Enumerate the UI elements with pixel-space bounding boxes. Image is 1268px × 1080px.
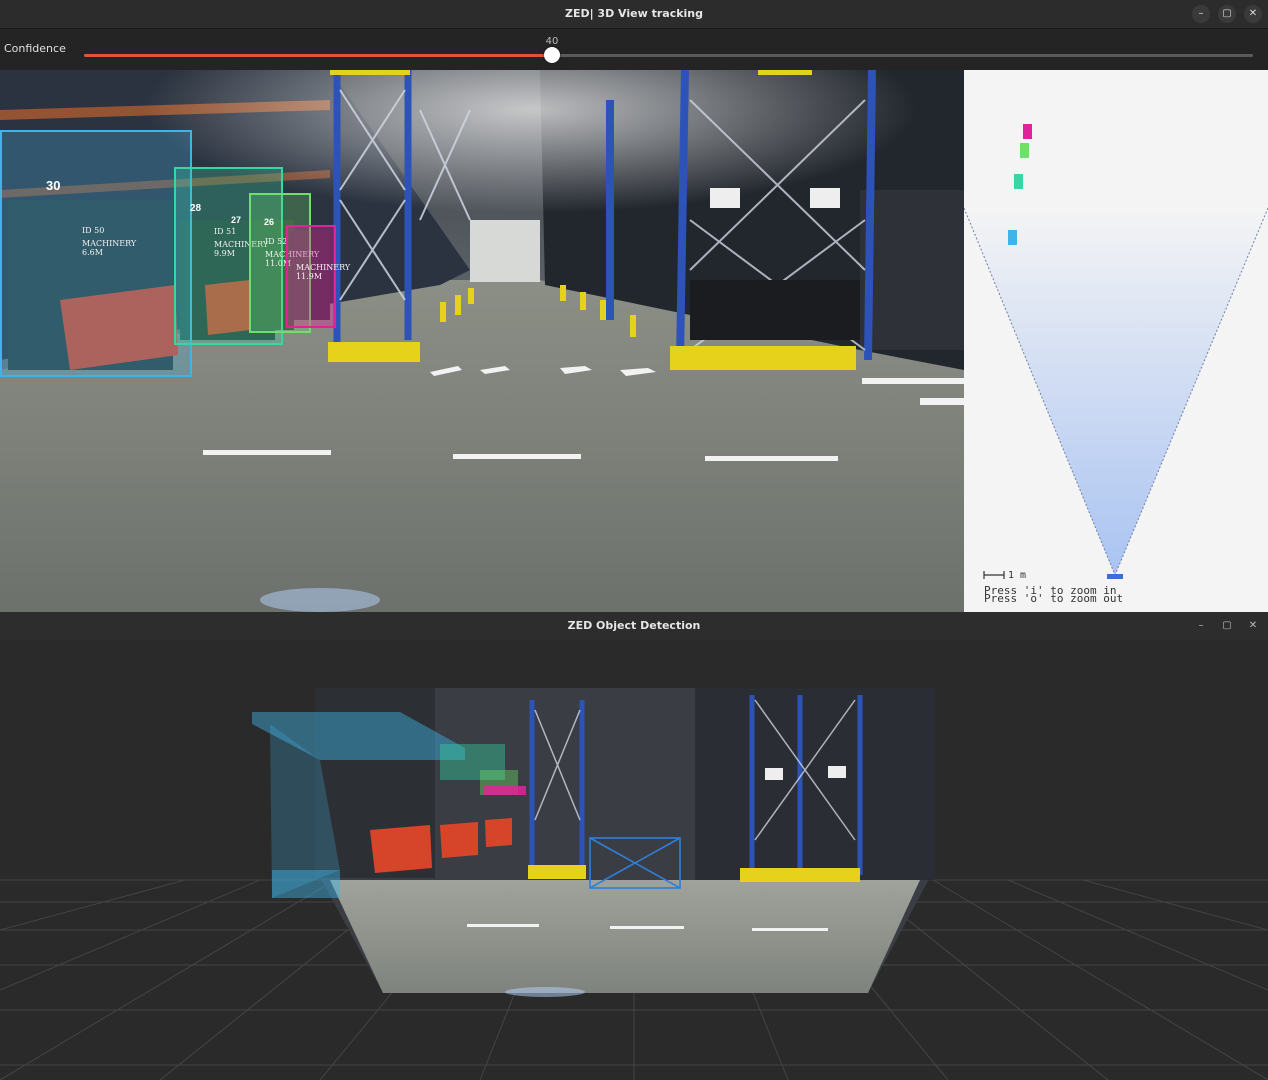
track-number: 27 (231, 215, 242, 225)
confidence-slider-fill (84, 54, 552, 57)
detection-class: MACHINERY (82, 239, 137, 248)
confidence-label: Confidence (4, 42, 66, 55)
detection-distance: 11.9M (296, 272, 323, 281)
minimize-button[interactable]: – (1192, 5, 1210, 23)
close-button[interactable]: ✕ (1244, 5, 1262, 23)
tracked-object-marker (1023, 124, 1032, 139)
track-number: 26 (264, 217, 275, 227)
detection-box-53: 26 MACHINERY 11.9M (264, 217, 350, 328)
camera-marker (1107, 574, 1123, 579)
object-detection-title: ZED Object Detection (567, 619, 701, 632)
tracking-window-titlebar[interactable]: ZED| 3D View tracking – ▢ ✕ (0, 0, 1268, 29)
tracking-window-title: ZED| 3D View tracking (564, 7, 704, 20)
point-cloud-scene (0, 640, 1268, 1080)
close-button[interactable]: ✕ (1244, 617, 1262, 635)
tracking-window: ZED| 3D View tracking – ▢ ✕ Confidence 4… (0, 0, 1268, 612)
object-detection-window: ZED Object Detection – ▢ ✕ (0, 612, 1268, 1080)
confidence-value: 40 (545, 36, 559, 47)
birdseye-panel: 1 m Press 'i' to zoom in Press 'o' to zo… (963, 70, 1268, 612)
detection-id: ID 52 (265, 237, 288, 246)
track-number: 30 (46, 178, 61, 193)
detection-distance: 9.9M (214, 249, 235, 258)
track-number: 28 (190, 203, 202, 214)
point-cloud-view[interactable] (0, 640, 1268, 1080)
detection-id: ID 50 (82, 226, 105, 235)
confidence-toolbar: Confidence 40 (0, 29, 1268, 70)
tracked-object-marker (1020, 143, 1029, 158)
tracked-object-marker (1008, 230, 1017, 245)
object-detection-titlebar[interactable]: ZED Object Detection – ▢ ✕ (0, 612, 1268, 641)
detection-box-50: 30 ID 50 MACHINERY 6.6M (0, 130, 192, 377)
detection-id: ID 51 (214, 227, 237, 236)
detection-distance: 6.6M (82, 248, 103, 257)
scale-label: 1 m (1008, 570, 1027, 581)
zoom-out-hint: Press 'o' to zoom out (984, 592, 1124, 605)
detection-class: MACHINERY (296, 263, 351, 272)
confidence-slider-thumb[interactable] (544, 47, 560, 63)
confidence-slider[interactable]: 40 (84, 36, 1253, 63)
minimize-button[interactable]: – (1192, 617, 1210, 635)
maximize-button[interactable]: ▢ (1218, 617, 1236, 635)
maximize-button[interactable]: ▢ (1218, 5, 1236, 23)
tracked-object-marker (1014, 174, 1023, 189)
camera-view: 30 ID 50 MACHINERY 6.6M 28 ID 51 MACHINE… (0, 69, 964, 612)
fov-cone (963, 124, 1268, 579)
